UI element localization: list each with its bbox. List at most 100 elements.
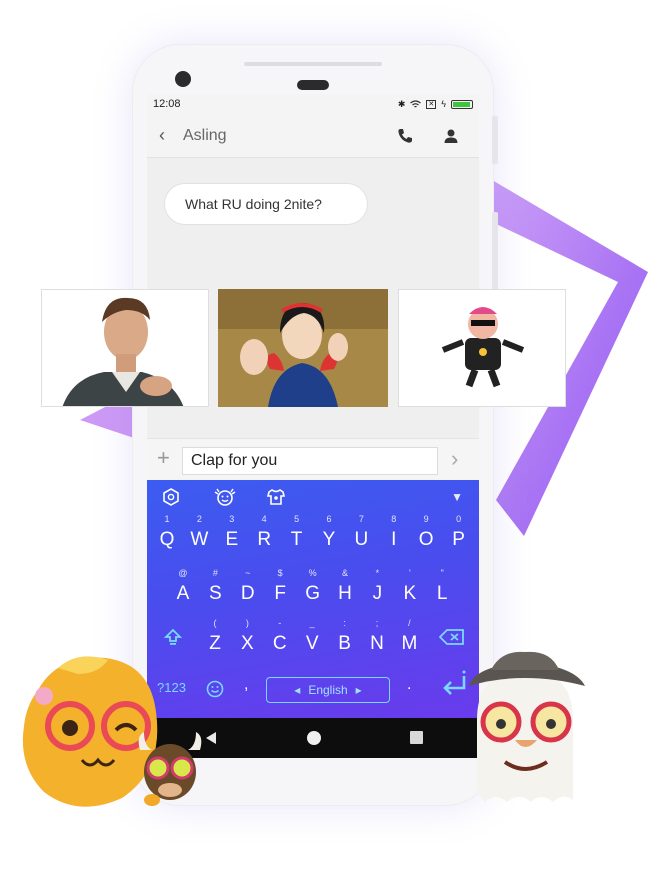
keyboard-toolbar: ▼ (147, 480, 479, 514)
key-secondary-label: $ (277, 568, 283, 578)
key-secondary-label: / (408, 618, 411, 628)
key-label: Q (159, 529, 175, 550)
clapping-man-image (42, 290, 208, 406)
key-label: F (274, 583, 286, 604)
key-label: G (305, 583, 320, 604)
emoji-key-icon[interactable] (205, 679, 225, 699)
key-c[interactable]: -C (264, 618, 296, 660)
key-label: V (305, 633, 319, 654)
comma-key[interactable]: , (244, 676, 248, 694)
key-u[interactable]: 7U (345, 514, 377, 556)
key-secondary-label: 2 (196, 514, 202, 524)
send-icon[interactable]: › (451, 446, 458, 472)
key-m[interactable]: / M (393, 618, 425, 660)
incoming-message-bubble: What RU doing 2nite? (164, 183, 368, 225)
key-label: J (372, 583, 383, 604)
back-arrow-icon[interactable]: ‹ (159, 125, 177, 146)
key-label: M (401, 633, 418, 654)
key-label: Y (322, 529, 336, 550)
message-input-bar: + Clap for you › (147, 438, 479, 480)
key-secondary-label: 9 (423, 514, 429, 524)
key-secondary-label: 7 (358, 514, 364, 524)
key-r[interactable]: 4R (248, 514, 280, 556)
key-j[interactable]: * J (361, 568, 393, 610)
key-q[interactable]: 1Q (151, 514, 183, 556)
key-secondary-label: ' (408, 568, 411, 578)
key-secondary-label: 4 (261, 514, 267, 524)
key-label: S (209, 583, 222, 604)
add-attachment-icon[interactable]: + (157, 445, 170, 471)
key-p[interactable]: 0P (443, 514, 475, 556)
key-label: D (240, 583, 255, 604)
emoji-icon[interactable] (212, 486, 238, 508)
key-g[interactable]: % G (297, 568, 329, 610)
key-label: X (241, 633, 254, 654)
key-b[interactable]: :B (329, 618, 361, 660)
key-k[interactable]: ' K (394, 568, 426, 610)
key-label: R (257, 529, 272, 550)
key-label: C (272, 633, 287, 654)
nav-recents-icon[interactable] (409, 730, 424, 745)
key-z[interactable]: (Z (199, 618, 231, 660)
space-bar[interactable]: ◂ English ▸ (266, 677, 390, 703)
nav-home-icon[interactable] (305, 729, 323, 747)
key-label: N (370, 633, 384, 654)
contact-name: Asling (183, 126, 227, 144)
key-secondary-label: ; (375, 618, 379, 628)
ghost-mascot-icon (469, 651, 585, 802)
phone-call-icon[interactable] (395, 126, 415, 146)
phone-top-edge (244, 62, 382, 66)
wifi-icon (410, 99, 422, 107)
key-o[interactable]: 9O (410, 514, 442, 556)
gif-suggestion-clapping-man[interactable] (41, 289, 209, 407)
key-label: B (338, 633, 351, 654)
shirt-icon[interactable] (265, 486, 287, 508)
collapse-keyboard-icon[interactable]: ▼ (451, 490, 463, 504)
earpiece-speaker (297, 80, 329, 90)
gif-suggestion-snow-white[interactable] (218, 289, 388, 407)
key-l[interactable]: " L (426, 568, 458, 610)
period-key[interactable]: . (407, 676, 411, 694)
key-secondary-label: ( (213, 618, 217, 628)
key-s[interactable]: # S (199, 568, 231, 610)
snow-white-image (218, 289, 388, 407)
key-secondary-label: % (308, 568, 317, 578)
key-label: K (403, 583, 417, 604)
key-label: E (225, 529, 239, 550)
chat-header: ‹ Asling (147, 114, 479, 158)
key-w[interactable]: 2W (183, 514, 215, 556)
battery-icon (451, 99, 473, 109)
message-input[interactable]: Clap for you (182, 447, 438, 475)
key-d[interactable]: ~ D (232, 568, 264, 610)
key-label: T (290, 529, 303, 550)
key-x[interactable]: ) X (231, 618, 263, 660)
key-secondary-label: 3 (229, 514, 235, 524)
phone-screen: 12:08 ✱ ✕ ϟ ‹ Asling What RU doing 2nite… (147, 94, 479, 758)
key-secondary-label: 8 (391, 514, 397, 524)
key-a[interactable]: @ A (167, 568, 199, 610)
key-v[interactable]: _ V (296, 618, 328, 660)
language-prev-icon: ◂ (294, 683, 301, 697)
key-f[interactable]: $ F (264, 568, 296, 610)
key-y[interactable]: 6Y (313, 514, 345, 556)
no-sim-icon: ✕ (426, 99, 437, 109)
key-h[interactable]: & H (329, 568, 361, 610)
language-next-icon: ▸ (355, 683, 362, 697)
message-text: What RU doing 2nite? (185, 196, 322, 212)
contact-profile-icon[interactable] (441, 126, 461, 146)
key-label: L (436, 583, 448, 604)
status-bar: 12:08 ✱ ✕ ϟ (147, 94, 479, 114)
key-e[interactable]: 3E (216, 514, 248, 556)
gif-suggestion-dancing-cartoon[interactable] (398, 289, 566, 407)
theme-icon[interactable] (160, 486, 182, 508)
key-label: U (354, 529, 369, 550)
dancing-cartoon-image (399, 290, 565, 406)
status-time: 12:08 (153, 98, 181, 110)
backspace-icon[interactable] (439, 628, 465, 646)
key-secondary-label: ~ (245, 568, 251, 578)
key-secondary-label: - (278, 618, 282, 628)
key-t[interactable]: 5T (281, 514, 313, 556)
key-n[interactable]: ; N (361, 618, 393, 660)
shift-icon[interactable] (162, 626, 184, 648)
key-i[interactable]: 8I (378, 514, 410, 556)
